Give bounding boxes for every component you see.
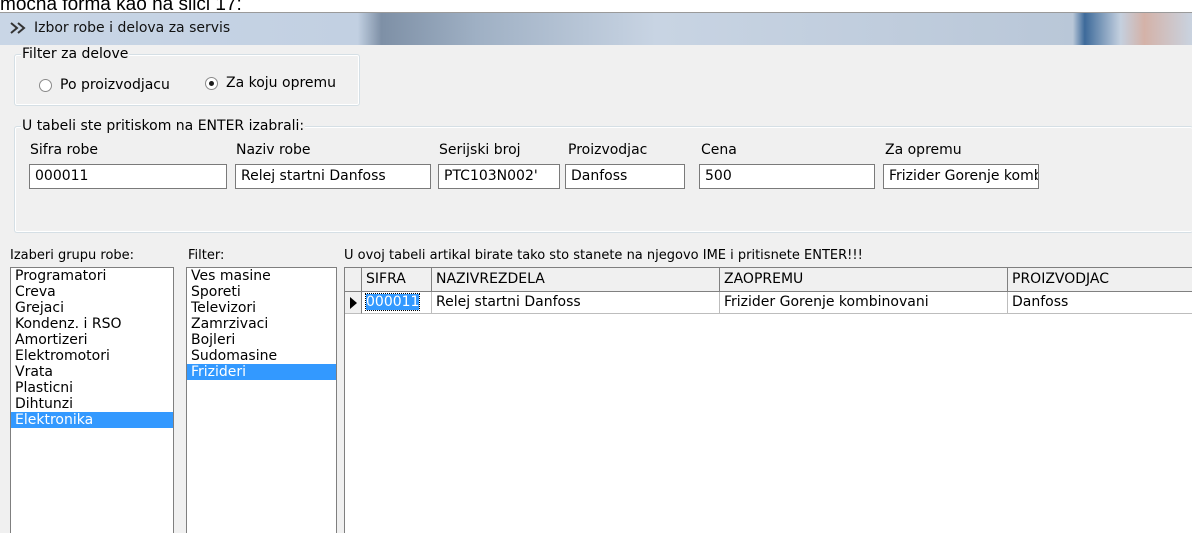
- label-proizvodjac: Proizvodjac: [568, 142, 648, 158]
- list-item-group[interactable]: Kondenz. i RSO: [11, 316, 173, 332]
- table-cell-nazivrezdela[interactable]: Relej startni Danfoss: [432, 292, 720, 314]
- field-cena[interactable]: 500: [699, 164, 875, 189]
- label-sifra-robe: Sifra robe: [30, 142, 99, 158]
- filter-listbox[interactable]: Ves masine Sporeti Televizori Zamrzivaci…: [186, 267, 337, 533]
- table-cell-proizvodjac[interactable]: Danfoss: [1008, 292, 1192, 314]
- table-cell-sifra-text: 000011: [364, 293, 421, 311]
- list-item-group[interactable]: Plasticni: [11, 380, 173, 396]
- label-izaberi-grupu: Izaberi grupu robe:: [10, 248, 135, 263]
- document-caption: mocna forma kao na slici 17:: [0, 0, 242, 10]
- radio-label-za-koju-opremu: Za koju opremu: [226, 75, 337, 91]
- title-bar[interactable]: Izbor robe i delova za servis: [0, 13, 1192, 45]
- list-item-filter[interactable]: Ves masine: [187, 268, 336, 284]
- field-naziv-robe[interactable]: Relej startni Danfoss: [235, 164, 431, 189]
- selection-legend: U tabeli ste pritiskom na ENTER izabrali…: [21, 118, 306, 134]
- radio-za-koju-opremu[interactable]: Za koju opremu: [205, 75, 336, 91]
- radio-label-po-proizvodjacu: Po proizvodjacu: [60, 77, 170, 93]
- list-item-filter-selected[interactable]: Frizideri: [187, 364, 336, 380]
- data-grid[interactable]: SIFRA NAZIVREZDELA ZAOPREMU PROIZVODJAC …: [344, 267, 1192, 533]
- list-item-filter[interactable]: Sporeti: [187, 284, 336, 300]
- column-header-proizvodjac[interactable]: PROIZVODJAC: [1008, 268, 1192, 292]
- column-header-sifra[interactable]: SIFRA: [362, 268, 432, 292]
- list-item-group[interactable]: Amortizeri: [11, 332, 173, 348]
- label-serijski-broj: Serijski broj: [439, 142, 521, 158]
- list-item-group-selected[interactable]: Elektronika: [11, 412, 173, 428]
- list-item-group[interactable]: Dihtunzi: [11, 396, 173, 412]
- list-item-group[interactable]: Grejaci: [11, 300, 173, 316]
- dialog-window: Izbor robe i delova za servis Filter za …: [0, 12, 1192, 533]
- window-title: Izbor robe i delova za servis: [34, 20, 231, 36]
- radio-circle-po-proizvodjacu[interactable]: [39, 78, 52, 92]
- list-item-group[interactable]: Programatori: [11, 268, 173, 284]
- list-item-group[interactable]: Elektromotori: [11, 348, 173, 364]
- group-listbox[interactable]: Programatori Creva Grejaci Kondenz. i RS…: [10, 267, 174, 533]
- label-filter: Filter:: [188, 248, 225, 263]
- column-header-zaopremu[interactable]: ZAOPREMU: [720, 268, 1008, 292]
- field-proizvodjac[interactable]: Danfoss: [565, 164, 685, 189]
- label-za-opremu: Za opremu: [885, 142, 962, 158]
- filter-delove-legend: Filter za delove: [21, 46, 130, 62]
- radio-circle-za-koju-opremu[interactable]: [205, 76, 218, 90]
- radio-po-proizvodjacu[interactable]: Po proizvodjacu: [39, 77, 170, 93]
- grid-corner-header: [345, 268, 362, 292]
- row-indicator-arrow-icon: [345, 292, 362, 314]
- list-item-group[interactable]: Creva: [11, 284, 173, 300]
- list-item-filter[interactable]: Sudomasine: [187, 348, 336, 364]
- field-za-opremu[interactable]: Frizider Gorenje komb: [883, 164, 1039, 189]
- table-cell-sifra[interactable]: 000011: [362, 292, 432, 314]
- list-item-filter[interactable]: Zamrzivaci: [187, 316, 336, 332]
- double-chevron-icon: [10, 21, 28, 37]
- list-item-filter[interactable]: Televizori: [187, 300, 336, 316]
- client-area: Filter za delove Po proizvodjacu Za koju…: [8, 45, 1192, 533]
- field-sifra-robe[interactable]: 000011: [29, 164, 227, 189]
- list-item-group[interactable]: Vrata: [11, 364, 173, 380]
- label-naziv-robe: Naziv robe: [236, 142, 311, 158]
- table-cell-zaopremu[interactable]: Frizider Gorenje kombinovani: [720, 292, 1008, 314]
- list-item-filter[interactable]: Bojleri: [187, 332, 336, 348]
- field-serijski-broj[interactable]: PTC103N002': [438, 164, 560, 189]
- filter-delove-group: Filter za delove Po proizvodjacu Za koju…: [14, 46, 360, 106]
- table-instruction: U ovoj tabeli artikal birate tako sto st…: [344, 248, 863, 263]
- label-cena: Cena: [701, 142, 737, 158]
- column-header-nazivrezdela[interactable]: NAZIVREZDELA: [432, 268, 720, 292]
